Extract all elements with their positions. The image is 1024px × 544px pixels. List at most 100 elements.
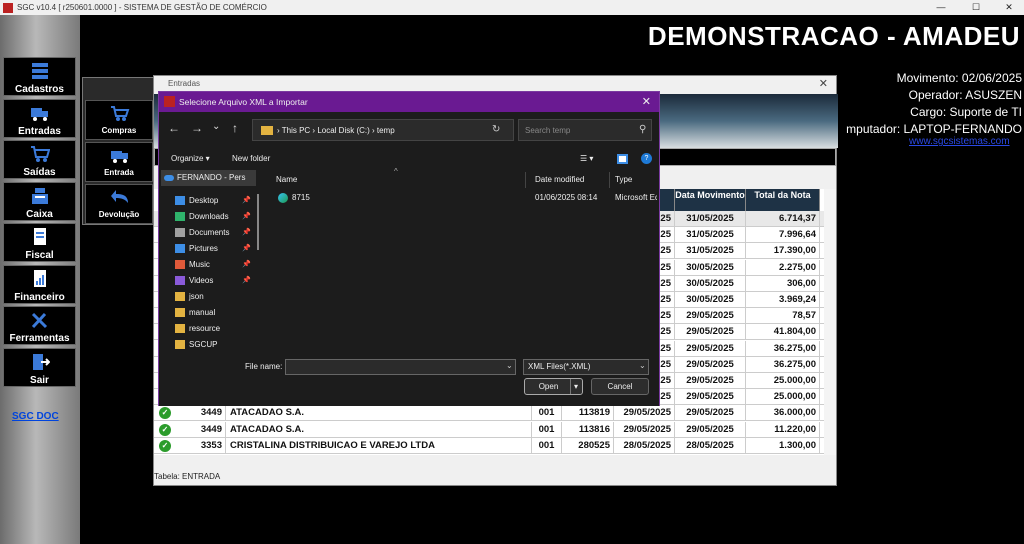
dialog-titlebar: Selecione Arquivo XML a Importar ✕ (159, 92, 659, 112)
maximize-button[interactable]: ☐ (961, 0, 991, 15)
grid-vertical-scrollbar[interactable] (824, 189, 836, 455)
entradas-close-button[interactable]: ✕ (819, 77, 828, 90)
cell-movimento: 29/05/2025 (675, 421, 746, 438)
nav-item-desktop[interactable]: Desktop (175, 194, 218, 208)
folder-icon (175, 308, 185, 318)
col-date-header[interactable]: Date modified (530, 172, 610, 188)
nav-item-manual[interactable]: manual (175, 306, 215, 320)
file-type: Microsoft Ed (615, 193, 657, 202)
nav-item-pictures[interactable]: Pictures (175, 242, 218, 256)
table-row[interactable]: ✓ 3353 CRISTALINA DISTRIBUICAO E VAREJO LT… (154, 437, 824, 454)
cell-total: 2.275,00 (746, 259, 820, 276)
window-titlebar: SGC v10.4 [ r250601.0000 ] - SISTEMA DE … (0, 0, 1024, 15)
breadcrumb-folder[interactable]: temp (377, 126, 395, 135)
devolucao-button[interactable]: Devolução (85, 184, 153, 224)
sidebar-item-label: Entradas (18, 126, 61, 137)
sidebar-item-ferramentas[interactable]: Ferramentas (3, 306, 76, 345)
help-icon[interactable]: ? (641, 153, 652, 164)
chevron-down-icon[interactable]: ⌄ (506, 361, 513, 370)
folder-icon (175, 260, 185, 270)
cell-total: 11.220,00 (746, 421, 820, 438)
sidebar-item-caixa[interactable]: Caixa (3, 182, 76, 221)
forward-button[interactable]: → (191, 121, 203, 135)
breadcrumb-disk[interactable]: Local Disk (C:) (317, 126, 369, 135)
pin-icon[interactable]: 📌 (242, 228, 251, 236)
cell-movimento: 29/05/2025 (675, 308, 746, 325)
minimize-button[interactable]: — (926, 0, 956, 15)
new-folder-button[interactable]: New folder (232, 150, 270, 168)
dialog-close-button[interactable]: ✕ (642, 92, 651, 112)
file-item[interactable]: 8715 01/06/2025 08:14 Microsoft Ed (271, 191, 657, 205)
nav-item-videos[interactable]: Videos (175, 274, 213, 288)
nav-item-label: Pictures (189, 244, 218, 253)
sidebar-item-saidas[interactable]: Saídas (3, 140, 76, 179)
up-button[interactable]: ↑ (232, 121, 238, 135)
cell-name: CRISTALINA DISTRIBUICAO E VAREJO LTDA (226, 437, 532, 454)
pin-icon[interactable]: 📌 (242, 212, 251, 220)
sidebar-item-entradas[interactable]: Entradas (3, 99, 76, 138)
nav-item-sgcup[interactable]: SGCUP (175, 338, 217, 352)
pin-icon[interactable]: 📌 (242, 276, 251, 284)
pin-icon[interactable]: 📌 (242, 244, 251, 252)
return-arrow-icon (111, 190, 128, 203)
col-name-header[interactable]: Name (271, 172, 526, 188)
nav-item-music[interactable]: Music (175, 258, 210, 272)
dialog-bottom-bar: File name: ⌄ XML Files(*.XML) ⌄ Open ▾ C… (159, 352, 659, 406)
nav-item-user[interactable]: FERNANDO - Pers (161, 170, 256, 186)
nav-item-documents[interactable]: Documents (175, 226, 229, 240)
nav-item-json[interactable]: json (175, 290, 204, 304)
table-row[interactable]: ✓ 3449 ATACADAO S.A. 001 113819 29/05/2025 29/… (154, 405, 824, 422)
file-name: 8715 (292, 193, 310, 202)
col-movimento-header[interactable]: Data Movimento (675, 189, 746, 211)
sidebar-item-fiscal[interactable]: Fiscal (3, 223, 76, 262)
pin-icon[interactable]: 📌 (242, 196, 251, 204)
website-link[interactable]: www.sgcsistemas.com (909, 136, 1010, 147)
movimento-date: Movimento: 02/06/2025 (896, 71, 1022, 85)
cell-movimento: 30/05/2025 (675, 292, 746, 308)
check-icon: ✓ (159, 407, 171, 420)
operator-name: Operador: ASUSZEN (908, 88, 1022, 102)
cloud-icon (164, 175, 174, 181)
close-button[interactable]: ✕ (994, 0, 1024, 15)
open-dropdown-icon[interactable]: ▾ (569, 379, 578, 394)
nav-item-downloads[interactable]: Downloads (175, 210, 229, 224)
refresh-icon[interactable]: ↻ (492, 119, 500, 141)
sidebar-item-sair[interactable]: Sair (3, 348, 76, 387)
recent-locations-button[interactable]: ⌄ (212, 121, 220, 132)
preview-pane-icon[interactable] (617, 154, 628, 164)
cash-register-icon (32, 188, 48, 204)
cell-serie: 001 (532, 437, 562, 454)
cell-total: 36.275,00 (746, 340, 820, 357)
back-button[interactable]: ← (168, 121, 180, 135)
folder-icon (175, 340, 185, 350)
pin-icon[interactable]: 📌 (242, 260, 251, 268)
cell-total: 7.996,64 (746, 227, 820, 244)
search-icon: ⚲ (639, 124, 647, 135)
col-total-header[interactable]: Total da Nota (746, 189, 820, 211)
address-bar[interactable]: › This PC › Local Disk (C:) › temp (252, 119, 514, 141)
view-options-icon[interactable]: ☰ ▾ (580, 150, 593, 168)
file-name-input[interactable] (285, 359, 516, 375)
cell-movimento: 30/05/2025 (675, 259, 746, 276)
cell-movimento: 31/05/2025 (675, 243, 746, 260)
sgc-doc-link[interactable]: SGC DOC (12, 411, 59, 422)
table-row[interactable]: ✓ 3449 ATACADAO S.A. 001 113816 29/05/2025 29/… (154, 421, 824, 438)
chevron-down-icon[interactable]: ⌄ (639, 361, 646, 370)
open-button[interactable]: Open ▾ (524, 378, 583, 395)
search-input[interactable]: Search temp (518, 119, 652, 141)
sidebar-item-financeiro[interactable]: Financeiro (3, 265, 76, 304)
breadcrumb-pc[interactable]: This PC (282, 126, 310, 135)
truck-icon (31, 108, 48, 121)
sidebar-item-cadastros[interactable]: Cadastros (3, 57, 76, 96)
compras-button[interactable]: Compras (85, 100, 153, 140)
cancel-button[interactable]: Cancel (591, 378, 649, 395)
nav-scrollbar[interactable] (257, 194, 259, 250)
organize-menu[interactable]: Organize ▾ (171, 150, 210, 168)
file-type-filter[interactable]: XML Files(*.XML) (523, 359, 649, 375)
role-text: Cargo: Suporte de TI (910, 105, 1022, 119)
nav-item-resource[interactable]: resource (175, 322, 220, 336)
sidebar: Cadastros Entradas Saídas Caixa Fiscal F… (0, 15, 80, 544)
file-list[interactable]: Name ^ Date modified Type 8715 01/06/202… (271, 167, 657, 351)
col-type-header[interactable]: Type (610, 172, 657, 188)
entrada-button[interactable]: Entrada (85, 142, 153, 182)
